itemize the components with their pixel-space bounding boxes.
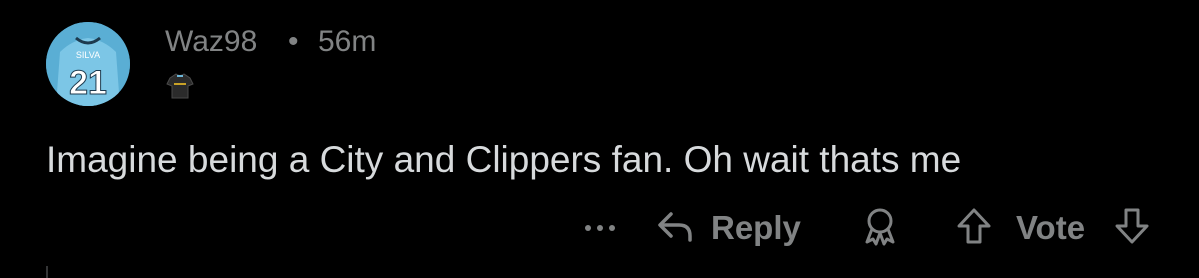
upvote-button[interactable] (952, 206, 996, 250)
jersey-flair-icon (164, 70, 196, 102)
more-dot (609, 225, 615, 231)
downvote-arrow-icon (1114, 206, 1150, 251)
award-icon (861, 206, 899, 251)
award-button[interactable] (858, 206, 902, 250)
reply-label: Reply (711, 209, 801, 246)
more-dot (597, 225, 603, 231)
downvote-button[interactable] (1110, 206, 1154, 250)
thread-line[interactable] (46, 266, 48, 278)
reply-button[interactable]: Reply (655, 204, 801, 252)
avatar-jersey-number: 21 (69, 64, 107, 102)
more-dot (585, 225, 591, 231)
author-username[interactable]: Waz98 (165, 24, 257, 60)
meta-separator: • (288, 25, 299, 58)
vote-count-label: Vote (1016, 209, 1086, 246)
upvote-arrow-icon (956, 206, 992, 251)
comment-action-bar: Reply Vote (0, 200, 1199, 256)
avatar[interactable]: SILVA 21 (46, 22, 130, 106)
more-options-button[interactable] (570, 206, 630, 250)
reply-arrow-icon (655, 208, 695, 249)
avatar-jersey-name: SILVA (76, 50, 100, 60)
comment-timestamp[interactable]: 56m (318, 24, 376, 60)
comment-body: Imagine being a City and Clippers fan. O… (46, 139, 962, 180)
